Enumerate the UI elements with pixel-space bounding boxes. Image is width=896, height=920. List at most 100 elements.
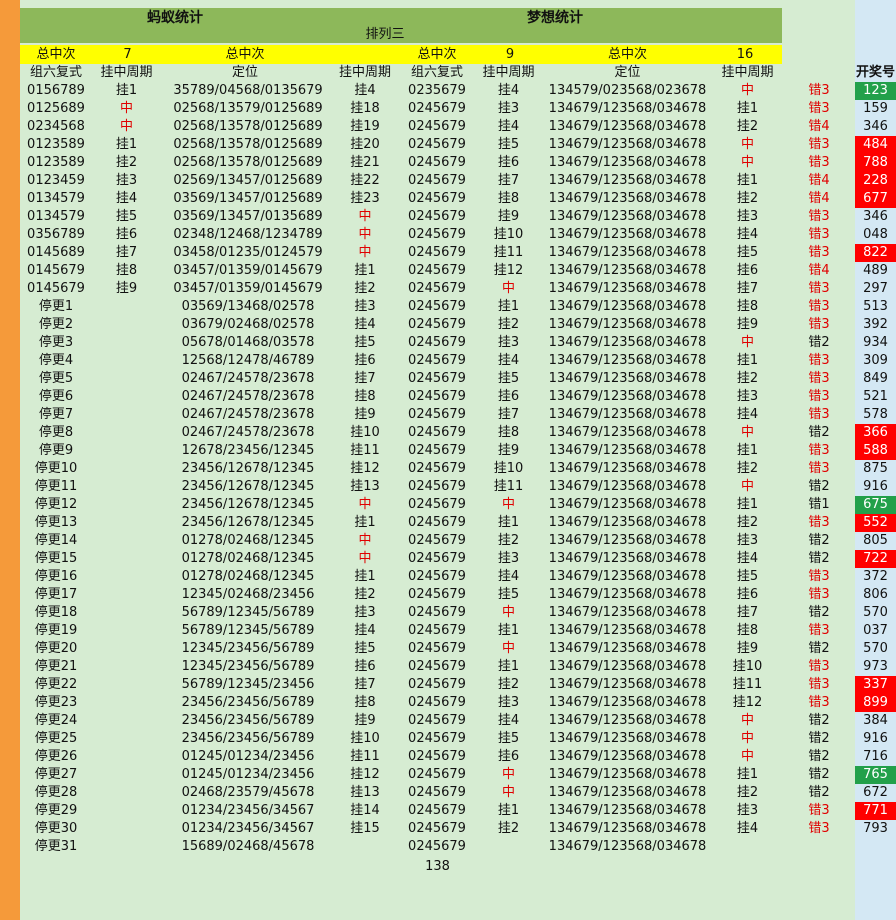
col-ant-combo: 组六复式: [29, 65, 82, 80]
cell-error-count: 错3: [808, 227, 830, 242]
cell-error-count: [788, 838, 850, 856]
cell-error-count: 错3: [808, 281, 830, 296]
cell-result-number: 578: [863, 407, 888, 422]
cell-dream-position: 134679/123568/034678: [548, 785, 707, 800]
cell-ant-pos-cycle: [327, 838, 403, 856]
cell-ant-cycle: [89, 388, 164, 406]
col-dream-position: 定位: [614, 65, 641, 80]
cell-dream-position: 134679/123568/034678: [548, 425, 707, 440]
cell-ant-combo: 停更14: [34, 533, 78, 548]
col-ant-pos-cycle: 挂中周期: [338, 65, 391, 80]
summary-count-dream: 9: [505, 47, 515, 62]
cell-ant-cycle: [89, 334, 164, 352]
cell-error-count: 错2: [808, 749, 830, 764]
cell-dream-cycle: 挂7: [497, 173, 520, 188]
cell-ant-cycle: 挂4: [115, 191, 138, 206]
cell-ant-combo: 0356789: [27, 227, 85, 242]
cell-result-number: 916: [863, 479, 888, 494]
cell-ant-position: 12678/23456/12345: [181, 443, 315, 458]
cell-dream-pos-cycle: 挂2: [736, 515, 759, 530]
cell-dream-position: 134679/123568/034678: [548, 119, 707, 134]
cell-ant-pos-cycle: 挂10: [350, 731, 380, 746]
cell-dream-position: 134679/123568/034678: [548, 497, 707, 512]
cell-error-count: 错3: [808, 101, 830, 116]
cell-ant-pos-cycle: 挂12: [350, 461, 380, 476]
cell-dream-combo: 0245679: [408, 623, 466, 638]
cell-dream-cycle: [471, 838, 546, 856]
cell-ant-position: 03569/13457/0135689: [173, 209, 323, 224]
cell-dream-cycle: 挂1: [497, 299, 520, 314]
cell-dream-combo: 0245679: [408, 479, 466, 494]
cell-error-count: 错2: [808, 479, 830, 494]
cell-dream-combo: 0245679: [408, 767, 466, 782]
cell-ant-position: 02348/12468/1234789: [173, 227, 323, 242]
cell-ant-pos-cycle: 中: [358, 551, 372, 566]
cell-ant-position: 35789/04568/0135679: [173, 83, 323, 98]
cell-dream-combo: 0245679: [408, 713, 466, 728]
cell-ant-position: 23456/23456/56789: [181, 731, 315, 746]
table-row: 0145679 挂8 03457/01359/0145679 挂1 0245679 挂12…: [0, 262, 896, 280]
cell-dream-combo: 0245679: [408, 677, 466, 692]
cell-ant-combo: 停更12: [34, 497, 78, 512]
cell-result-number: 366: [855, 424, 896, 442]
cell-ant-combo: 停更13: [34, 515, 78, 530]
cell-ant-combo: 停更15: [34, 551, 78, 566]
cell-ant-pos-cycle: 中: [358, 209, 372, 224]
cell-ant-pos-cycle: 挂6: [354, 659, 376, 674]
cell-dream-position: 134679/123568/034678: [548, 389, 707, 404]
table-row: 停更16 01278/02468/12345 挂1 0245679 挂4 134679/1…: [0, 568, 896, 586]
cell-ant-cycle: [89, 784, 164, 802]
table-row: 停更24 23456/23456/56789 挂9 0245679 挂4 134679/1…: [0, 712, 896, 730]
cell-ant-position: 02467/24578/23678: [181, 389, 315, 404]
cell-ant-position: 03569/13468/02578: [181, 299, 315, 314]
cell-result-number: 228: [855, 172, 896, 190]
cell-error-count: 错2: [808, 605, 830, 620]
cell-dream-combo: 0245679: [408, 245, 466, 260]
cell-ant-combo: 停更25: [34, 731, 78, 746]
cell-dream-pos-cycle: 挂8: [736, 623, 759, 638]
cell-ant-combo: 0145689: [27, 245, 85, 260]
cell-dream-pos-cycle: 挂9: [736, 641, 759, 656]
cell-ant-cycle: [89, 442, 164, 460]
cell-ant-pos-cycle: 挂7: [354, 677, 376, 692]
cell-dream-position: 134679/123568/034678: [548, 695, 707, 710]
cell-ant-position: 12345/23456/56789: [181, 641, 315, 656]
cell-error-count: 错2: [808, 533, 830, 548]
cell-result-number: 513: [863, 299, 888, 314]
cell-error-count: 错4: [808, 173, 830, 188]
table-row: 0356789 挂6 02348/12468/1234789 中 0245679 挂10 1…: [0, 226, 896, 244]
col-dream-cycle: 挂中周期: [482, 65, 535, 80]
cell-ant-position: 23456/12678/12345: [181, 497, 315, 512]
cell-ant-cycle: 挂3: [115, 173, 138, 188]
cell-dream-position: 134679/123568/034678: [548, 155, 707, 170]
cell-dream-cycle: 挂5: [497, 137, 520, 152]
table-row: 停更26 01245/01234/23456 挂11 0245679 挂6 134679/…: [0, 748, 896, 766]
table-row: 停更15 01278/02468/12345 中 0245679 挂3 134679/12…: [0, 550, 896, 568]
cell-dream-pos-cycle: 挂6: [736, 263, 759, 278]
cell-result-number: 521: [863, 389, 888, 404]
cell-ant-pos-cycle: 挂19: [350, 119, 380, 134]
cell-dream-cycle: 挂11: [493, 479, 524, 494]
cell-dream-position: 134679/123568/034678: [548, 407, 707, 422]
cell-ant-position: 01278/02468/12345: [181, 569, 315, 584]
cell-ant-pos-cycle: 挂18: [350, 101, 380, 116]
cell-dream-cycle: 挂3: [497, 101, 520, 116]
cell-dream-position: 134679/123568/034678: [548, 605, 707, 620]
cell-ant-pos-cycle: 挂5: [354, 641, 376, 656]
cell-dream-position: 134679/123568/034678: [548, 353, 707, 368]
cell-dream-combo: 0245679: [408, 605, 466, 620]
cell-ant-pos-cycle: 挂4: [354, 317, 376, 332]
cell-error-count: 错2: [808, 551, 830, 566]
cell-dream-position: 134679/123568/034678: [548, 749, 707, 764]
cell-ant-cycle: [89, 352, 164, 370]
cell-result-number: 806: [863, 587, 888, 602]
cell-dream-combo: 0245679: [408, 173, 466, 188]
cell-dream-combo: 0245679: [408, 659, 466, 674]
cell-dream-cycle: 挂6: [497, 155, 520, 170]
cell-dream-cycle: 挂3: [497, 551, 520, 566]
cell-ant-combo: 停更27: [34, 767, 78, 782]
cell-dream-cycle: 挂4: [497, 353, 520, 368]
cell-dream-cycle: 挂1: [497, 659, 520, 674]
cell-dream-pos-cycle: 挂1: [736, 443, 759, 458]
cell-ant-cycle: 挂9: [115, 281, 138, 296]
